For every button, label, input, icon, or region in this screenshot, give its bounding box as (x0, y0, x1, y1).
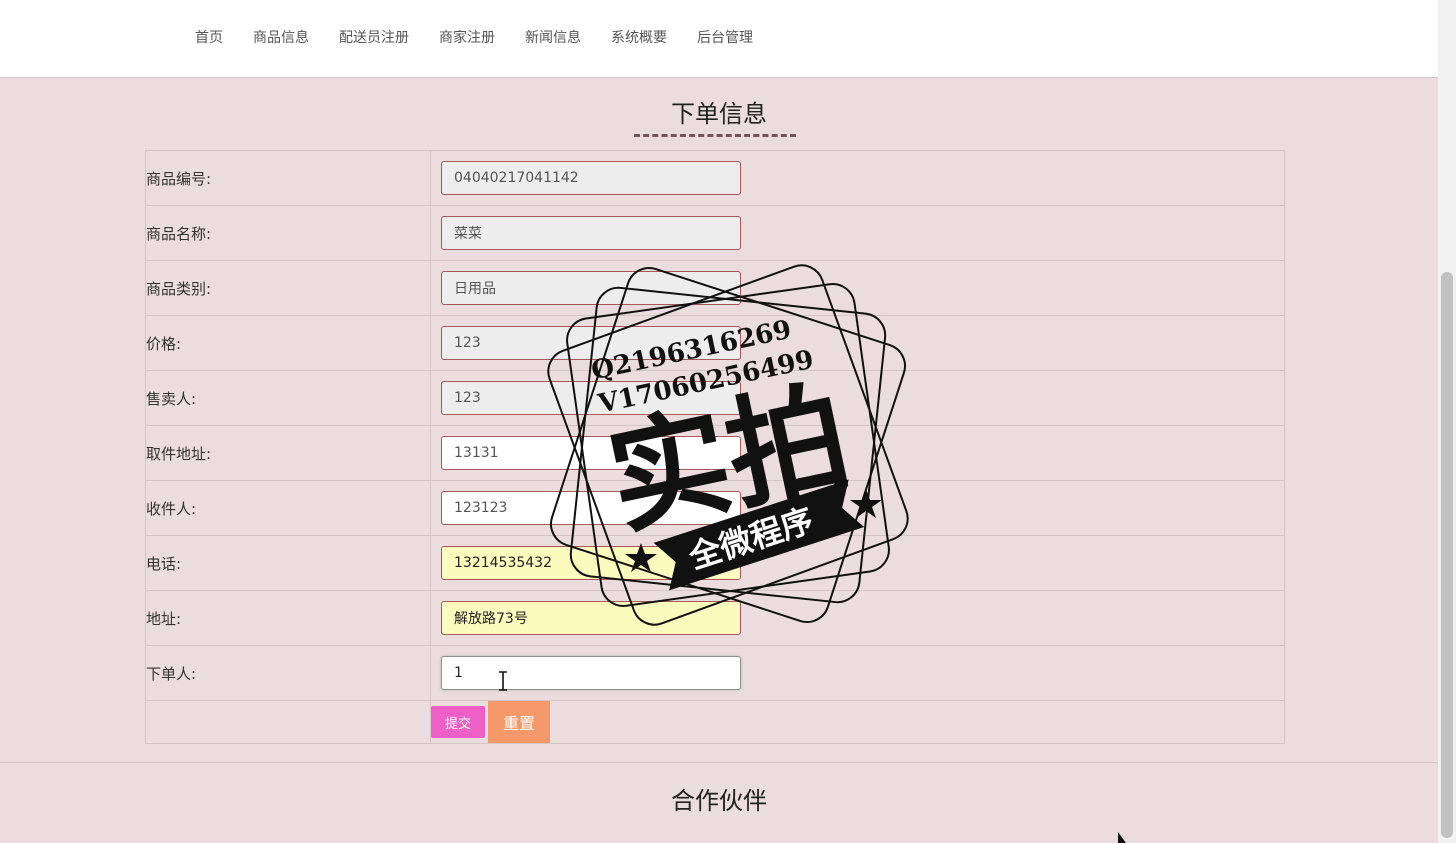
nav-item-home[interactable]: 首页 (195, 27, 223, 47)
title-underline (634, 134, 796, 137)
address-input[interactable] (441, 601, 741, 635)
vertical-scrollbar[interactable] (1438, 0, 1456, 843)
form-row: 下单人: (145, 645, 1285, 701)
nav-item-admin[interactable]: 后台管理 (697, 27, 753, 47)
form-row: 商品名称: (145, 205, 1285, 261)
field-label: 商品类别: (145, 260, 431, 316)
field-label: 收件人: (145, 480, 431, 536)
ibeam-cursor-icon (499, 671, 507, 691)
pickup-address-input[interactable] (441, 436, 741, 470)
form-row: 取件地址: (145, 425, 1285, 481)
form-row: 商品类别: (145, 260, 1285, 316)
field-label: 商品编号: (145, 150, 431, 206)
recipient-input[interactable] (441, 491, 741, 525)
nav-item-merchant-register[interactable]: 商家注册 (439, 27, 495, 47)
seller-input[interactable] (441, 381, 741, 415)
phone-input[interactable] (441, 546, 741, 580)
reset-button[interactable]: 重置 (488, 701, 550, 743)
submit-button[interactable]: 提交 (431, 706, 485, 738)
field-label: 地址: (145, 590, 431, 646)
field-label: 下单人: (145, 645, 431, 701)
form-row: 地址: (145, 590, 1285, 646)
field-label: 售卖人: (145, 370, 431, 426)
product-name-input[interactable] (441, 216, 741, 250)
nav-item-products[interactable]: 商品信息 (253, 27, 309, 47)
nav-item-overview[interactable]: 系统概要 (611, 27, 667, 47)
nav-item-courier-register[interactable]: 配送员注册 (339, 27, 409, 47)
partners-title: 合作伙伴 (671, 787, 767, 815)
field-label: 价格: (145, 315, 431, 371)
section-divider (0, 762, 1438, 763)
orderer-input[interactable] (441, 656, 741, 690)
nav-item-news[interactable]: 新闻信息 (525, 27, 581, 47)
form-row: 电话: (145, 535, 1285, 591)
order-title: 下单信息 (671, 100, 767, 128)
field-label: 取件地址: (145, 425, 431, 481)
page: 首页 商品信息 配送员注册 商家注册 新闻信息 系统概要 后台管理 下单信息 商… (0, 0, 1456, 843)
form-row: 价格: (145, 315, 1285, 371)
scrollbar-thumb[interactable] (1441, 272, 1453, 838)
form-row: 收件人: (145, 480, 1285, 536)
order-form: 商品编号: 商品名称: 商品类别: 价格: 售卖人: 取件地址: (145, 150, 1285, 744)
viewport: 首页 商品信息 配送员注册 商家注册 新闻信息 系统概要 后台管理 下单信息 商… (0, 0, 1438, 843)
field-label: 电话: (145, 535, 431, 591)
product-category-input[interactable] (441, 271, 741, 305)
product-id-input[interactable] (441, 161, 741, 195)
price-input[interactable] (441, 326, 741, 360)
field-label: 商品名称: (145, 205, 431, 261)
form-row: 售卖人: (145, 370, 1285, 426)
top-nav: 首页 商品信息 配送员注册 商家注册 新闻信息 系统概要 后台管理 (0, 0, 1438, 78)
form-actions-row: 提交 重置 (145, 700, 1285, 744)
pointer-arrow-icon (1118, 832, 1126, 843)
empty-cell (145, 700, 431, 744)
form-row: 商品编号: (145, 150, 1285, 206)
